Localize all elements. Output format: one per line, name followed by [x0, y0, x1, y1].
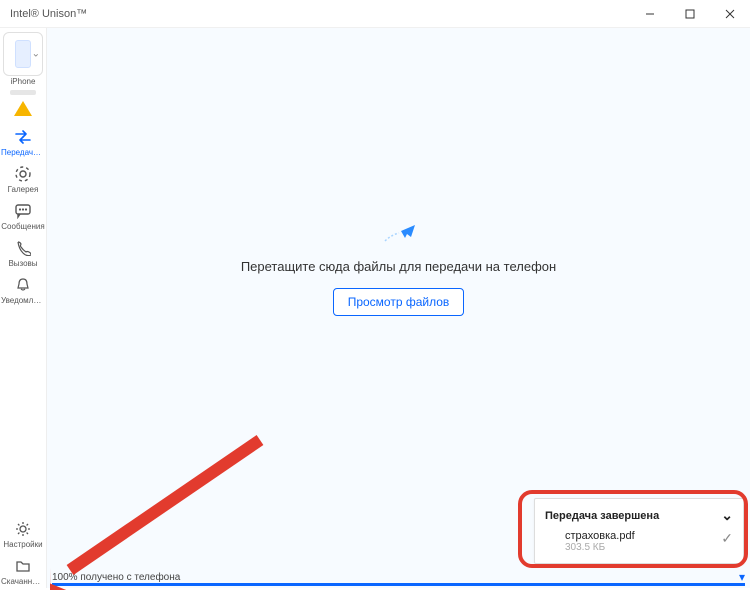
sidebar-item-notifications[interactable]: Уведомлен... — [1, 270, 45, 307]
sidebar-item-label: Вызовы — [1, 259, 45, 268]
sidebar-item-label: Галерея — [1, 185, 45, 194]
transfer-file-row[interactable]: страховка.pdf 303.5 КБ ✓ — [545, 530, 733, 553]
transfer-icon — [13, 128, 33, 146]
gallery-icon — [13, 165, 33, 183]
bell-icon — [13, 276, 33, 294]
paper-plane-icon — [379, 221, 419, 245]
sidebar-item-label: Скачанные... — [1, 577, 45, 586]
device-selector[interactable]: ⌄ — [3, 32, 43, 76]
sidebar-item-downloads[interactable]: Скачанные... — [1, 551, 45, 588]
sidebar-item-label: Настройки — [1, 540, 45, 549]
transfer-complete-panel: Передача завершена ⌄ страховка.pdf 303.5… — [534, 498, 744, 564]
warning-icon — [14, 101, 32, 116]
messages-icon — [13, 202, 33, 220]
progress-bar — [52, 583, 745, 586]
gear-icon — [13, 520, 33, 538]
chevron-down-icon[interactable]: ⌄ — [721, 507, 733, 524]
status-bar: 100% получено с телефона ▾ — [52, 568, 745, 586]
content-area: Перетащите сюда файлы для передачи на те… — [47, 28, 750, 588]
folder-icon — [13, 557, 33, 575]
dropzone-text: Перетащите сюда файлы для передачи на те… — [241, 259, 556, 274]
sidebar-item-messages[interactable]: Сообщения — [1, 196, 45, 233]
transfer-file-size: 303.5 КБ — [565, 542, 635, 553]
window-controls — [630, 0, 750, 28]
close-button[interactable] — [710, 0, 750, 28]
battery-indicator — [10, 90, 36, 95]
phone-icon — [15, 40, 31, 68]
transfer-title: Передача завершена — [545, 510, 659, 522]
minimize-button[interactable] — [630, 0, 670, 28]
check-icon: ✓ — [721, 530, 733, 547]
sidebar-item-gallery[interactable]: Галерея — [1, 159, 45, 196]
transfer-file-name: страховка.pdf — [565, 530, 635, 542]
maximize-button[interactable] — [670, 0, 710, 28]
status-collapse-icon[interactable]: ▾ — [739, 570, 745, 584]
window-title: Intel® Unison™ — [10, 8, 87, 20]
calls-icon — [13, 239, 33, 257]
sidebar-item-label: Передача ... — [1, 148, 45, 157]
sidebar-item-label: Уведомлен... — [1, 296, 45, 305]
device-name: iPhone — [1, 77, 45, 86]
sidebar-item-settings[interactable]: Настройки — [1, 514, 45, 551]
chevron-down-icon: ⌄ — [32, 49, 40, 60]
title-bar: Intel® Unison™ — [0, 0, 750, 28]
sidebar-item-transfer[interactable]: Передача ... — [1, 122, 45, 159]
sidebar-item-label: Сообщения — [1, 222, 45, 231]
status-text: 100% получено с телефона — [52, 572, 180, 583]
browse-files-button[interactable]: Просмотр файлов — [333, 288, 465, 316]
sidebar: ⌄ iPhone Передача ... Галерея Сообщения — [0, 28, 47, 588]
sidebar-item-calls[interactable]: Вызовы — [1, 233, 45, 270]
